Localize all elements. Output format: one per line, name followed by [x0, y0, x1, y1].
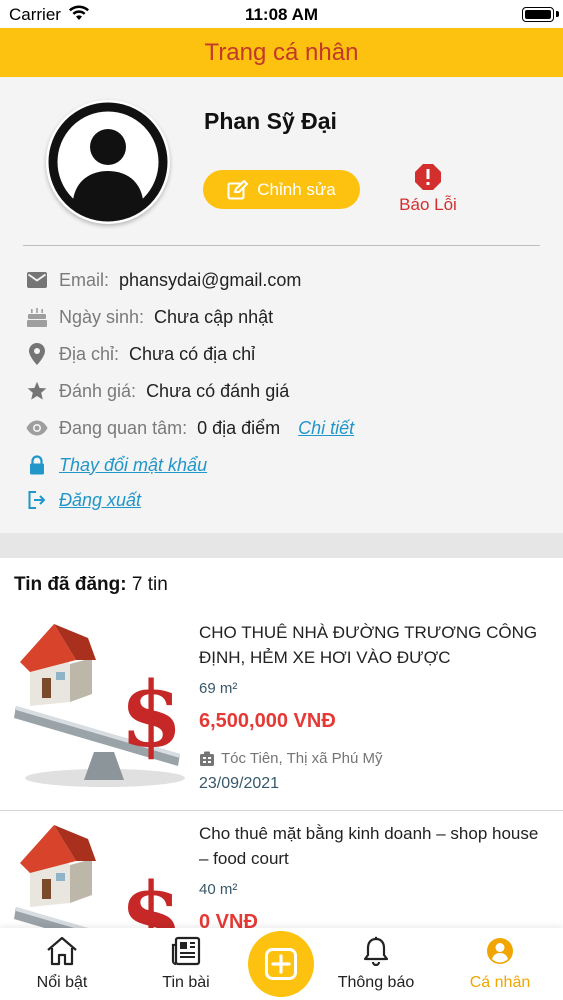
lock-icon: [26, 454, 48, 476]
post-title[interactable]: Cho thuê mặt bằng kinh doanh – shop hous…: [199, 821, 549, 871]
bell-icon: [320, 936, 432, 968]
email-row: Email: phansydai@gmail.com: [26, 269, 301, 291]
add-post-button[interactable]: [248, 931, 314, 997]
svg-text:$: $: [120, 662, 183, 768]
divider: [23, 245, 540, 246]
interest-detail-link[interactable]: Chi tiết: [298, 418, 354, 439]
address-row: Địa chỉ: Chưa có địa chỉ: [26, 343, 255, 365]
mail-icon: [26, 269, 48, 291]
location-pin-icon: [26, 343, 48, 365]
svg-text:$: $: [120, 863, 183, 928]
email-label: Email:: [59, 269, 110, 290]
eye-icon: [26, 417, 48, 439]
logout-link[interactable]: Đăng xuất: [59, 490, 141, 511]
birthday-value: Chưa cập nhật: [154, 306, 274, 327]
posts-heading-label: Tin đã đăng:: [14, 574, 127, 595]
address-value: Chưa có địa chỉ: [129, 343, 256, 364]
logout-icon: [26, 489, 48, 511]
tab-news-label: Tin bài: [162, 974, 210, 991]
change-password-link[interactable]: Thay đổi mật khẩu: [59, 455, 207, 476]
tab-notifications-label: Thông báo: [337, 974, 415, 991]
house-dollar-image: $: [14, 825, 183, 928]
post-title[interactable]: CHO THUÊ NHÀ ĐƯỜNG TRƯƠNG CÔNG ĐỊNH, HẺM…: [199, 620, 549, 670]
post-divider: [0, 810, 563, 811]
star-icon: [26, 380, 48, 402]
change-password-row[interactable]: Thay đổi mật khẩu: [26, 454, 207, 476]
post-price: 0 VNĐ: [199, 911, 258, 928]
edit-profile-button[interactable]: Chỉnh sửa: [203, 170, 360, 209]
post-area: 69 m²: [199, 680, 238, 697]
posts-heading: Tin đã đăng: 7 tin: [14, 574, 168, 596]
battery-cap: [556, 11, 559, 17]
posts-count: 7 tin: [131, 574, 168, 595]
address-label: Địa chỉ:: [59, 343, 120, 364]
post-location-text: Tóc Tiên, Thị xã Phú Mỹ: [221, 750, 383, 767]
post-item[interactable]: $ CHO THUÊ NHÀ ĐƯỜNG TRƯƠNG CÔNG ĐỊNH, H…: [0, 620, 563, 810]
house-dollar-image: $: [14, 624, 185, 787]
alert-icon: [415, 164, 441, 190]
rating-label: Đánh giá:: [59, 380, 137, 401]
post-thumbnail: $: [10, 821, 188, 928]
tab-featured[interactable]: Nổi bật: [6, 928, 118, 1000]
app-header: Trang cá nhân: [0, 28, 563, 77]
email-value: phansydai@gmail.com: [119, 269, 302, 290]
report-label: Báo Lỗi: [399, 195, 457, 214]
rating-value: Chưa có đánh giá: [146, 380, 290, 401]
home-icon: [6, 936, 118, 968]
page-title: Trang cá nhân: [204, 39, 359, 66]
post-location: Tóc Tiên, Thị xã Phú Mỹ: [199, 750, 382, 767]
tab-news[interactable]: Tin bài: [130, 928, 242, 1000]
cake-icon: [26, 306, 48, 328]
building-icon: [200, 751, 214, 766]
clock: 11:08 AM: [244, 5, 319, 24]
battery-icon: [522, 7, 554, 22]
birthday-label: Ngày sinh:: [59, 306, 145, 327]
post-price: 6,500,000 VNĐ: [199, 710, 336, 732]
plus-icon: [265, 948, 297, 980]
rating-row: Đánh giá: Chưa có đánh giá: [26, 380, 289, 402]
post-thumbnail: $: [10, 620, 188, 800]
edit-icon: [227, 179, 249, 199]
user-circle-icon: [444, 936, 556, 968]
birthday-row: Ngày sinh: Chưa cập nhật: [26, 306, 273, 328]
post-date: 23/09/2021: [199, 775, 280, 792]
report-bug-button[interactable]: Báo Lỗi: [390, 163, 466, 219]
profile-section: Phan Sỹ Đại Chỉnh sửa Báo Lỗi Email: pha…: [0, 77, 563, 533]
user-name: Phan Sỹ Đại: [204, 108, 337, 134]
post-item[interactable]: $ Cho thuê mặt bằng kinh doanh – shop ho…: [0, 821, 563, 928]
interest-row: Đang quan tâm: 0 địa điểm Chi tiết: [26, 417, 354, 439]
user-avatar-icon: [48, 102, 168, 222]
tab-featured-label: Nổi bật: [36, 974, 88, 991]
tab-profile[interactable]: Cá nhân: [444, 928, 556, 1000]
logout-row[interactable]: Đăng xuất: [26, 489, 141, 511]
interest-label: Đang quan tâm:: [59, 417, 188, 438]
post-area: 40 m²: [199, 881, 238, 898]
tab-profile-label: Cá nhân: [469, 974, 531, 991]
tab-notifications[interactable]: Thông báo: [320, 928, 432, 1000]
status-bar: Carrier 11:08 AM: [0, 0, 563, 28]
edit-label: Chỉnh sửa: [257, 179, 336, 199]
interest-value: 0 địa điểm: [197, 417, 281, 438]
section-separator: [0, 533, 563, 558]
news-icon: [130, 936, 242, 968]
avatar[interactable]: [46, 100, 170, 224]
